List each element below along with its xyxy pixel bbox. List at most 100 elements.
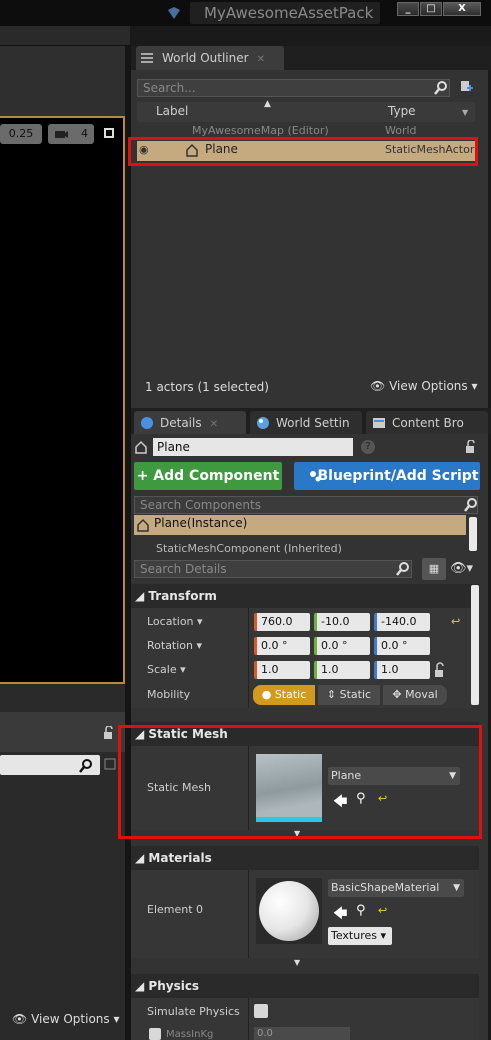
outliner-search-icon: [434, 81, 447, 95]
mass-label: MassInKg: [166, 1029, 214, 1040]
eye-icon: 👁: [370, 379, 386, 393]
add-filter-icon[interactable]: [457, 79, 475, 95]
location-y-input[interactable]: -10.0: [314, 613, 370, 631]
element-0-label: Element 0: [147, 903, 204, 916]
content-browser-icon: [373, 418, 385, 428]
blueprint-icon: [310, 471, 321, 482]
world-row-label: MyAwesomeMap (Editor): [192, 126, 329, 137]
scale-lock-icon[interactable]: [433, 662, 447, 678]
close-button[interactable]: X: [443, 2, 481, 16]
textures-dropdown[interactable]: Textures ▾: [328, 927, 392, 945]
tab-world-outliner[interactable]: World Outliner ✕: [136, 46, 284, 70]
plane-highlight-box: [128, 137, 478, 166]
unreal-logo-icon: [168, 7, 180, 19]
mass-override-checkbox[interactable]: [149, 1028, 161, 1040]
physics-header[interactable]: ◢ Physics: [131, 974, 479, 998]
search-icon: [396, 562, 409, 576]
outliner-view-options[interactable]: 👁 View Options ▾: [370, 379, 480, 393]
globe-icon: [257, 417, 269, 429]
actor-name-input[interactable]: Plane: [153, 438, 353, 456]
component-root-row[interactable]: Plane(Instance): [134, 515, 466, 535]
search-icon: [79, 759, 92, 773]
material-thumbnail[interactable]: [256, 878, 322, 944]
left-view-options-label: View Options: [31, 1012, 110, 1026]
maximize-button[interactable]: □: [420, 2, 442, 16]
tab-world-outliner-label: World Outliner: [162, 51, 249, 65]
details-icon: [141, 417, 153, 429]
help-icon[interactable]: ?: [361, 440, 375, 454]
add-component-label: + Add Component: [136, 468, 280, 484]
outliner-search-input[interactable]: Search...: [137, 79, 450, 97]
sort-icon: ▲: [264, 99, 271, 109]
transform-header-label: Transform: [148, 589, 217, 603]
rotation-y-input[interactable]: 0.0 °: [314, 637, 370, 655]
location-label[interactable]: Location ▾: [147, 615, 203, 628]
material-dropdown[interactable]: BasicShapeMaterial ▼: [328, 879, 464, 897]
column-divider: [248, 608, 249, 708]
use-selected-arrow-icon[interactable]: 🡄: [333, 903, 347, 927]
scale-z-input[interactable]: 1.0: [374, 661, 430, 679]
left-view-options[interactable]: 👁 View Options ▾: [12, 1012, 120, 1028]
reset-to-default-icon[interactable]: ↩: [378, 904, 387, 917]
scale-label[interactable]: Scale ▾: [147, 663, 186, 676]
component-child-row[interactable]: StaticMeshComponent (Inherited): [156, 542, 466, 554]
property-matrix-icon[interactable]: ▦: [422, 558, 446, 580]
mass-input[interactable]: 0.0: [254, 1027, 350, 1040]
column-type[interactable]: Type: [388, 104, 416, 118]
column-label[interactable]: Label: [156, 104, 188, 118]
expand-advanced-icon[interactable]: ▼: [294, 958, 300, 967]
rotation-label-text: Rotation: [147, 639, 194, 652]
search-icon: [464, 498, 477, 512]
level-viewport[interactable]: [0, 116, 125, 684]
minimize-button[interactable]: _: [397, 2, 419, 16]
rotation-z-input[interactable]: 0.0 °: [374, 637, 430, 655]
column-dropdown-icon[interactable]: ▼: [462, 108, 468, 117]
mobility-stationary-button[interactable]: ⇕ Static: [318, 685, 380, 705]
column-divider: [248, 998, 249, 1040]
blueprint-label: Blueprint/Add Script: [317, 468, 479, 484]
materials-header-label: Materials: [148, 851, 212, 865]
physics-header-label: Physics: [148, 979, 200, 993]
location-z-input[interactable]: -140.0: [374, 613, 430, 631]
materials-header[interactable]: ◢ Materials: [131, 846, 479, 870]
outliner-view-options-label: View Options: [389, 379, 468, 393]
search-details-input[interactable]: Search Details: [134, 560, 412, 578]
visibility-options-icon[interactable]: 👁▾: [450, 561, 473, 576]
mobility-static-button[interactable]: ● Static: [253, 685, 315, 705]
lock-icon[interactable]: [102, 726, 116, 740]
components-scrollbar[interactable]: [469, 517, 477, 551]
column-divider: [248, 870, 249, 958]
details-scrollbar[interactable]: [471, 585, 479, 705]
location-x-input[interactable]: 760.0: [254, 613, 310, 631]
search-components-input[interactable]: Search Components: [134, 496, 478, 514]
tab-content-browser-label: Content Bro: [392, 416, 464, 430]
location-label-text: Location: [147, 615, 194, 628]
static-mesh-highlight-box: [118, 725, 482, 839]
window-title: MyAwesomeAssetPack: [190, 2, 380, 24]
actor-icon: [135, 440, 147, 454]
snap-value-button[interactable]: 0.25: [0, 124, 42, 144]
save-search-icon[interactable]: [104, 758, 116, 770]
mobility-label: Mobility: [147, 688, 191, 701]
browse-search-icon[interactable]: ⚲: [356, 903, 366, 918]
close-tab-icon[interactable]: ✕: [257, 54, 265, 65]
chevron-down-icon: ▼: [453, 883, 460, 893]
simulate-physics-checkbox[interactable]: [254, 1004, 268, 1018]
menu-strip: [0, 26, 130, 46]
scale-y-input[interactable]: 1.0: [314, 661, 370, 679]
tab-world-settings-label: World Settin: [276, 416, 350, 430]
lock-icon[interactable]: [464, 440, 478, 454]
rotation-x-input[interactable]: 0.0 °: [254, 637, 310, 655]
mobility-movable-label: Moval: [405, 688, 438, 701]
close-tab-icon[interactable]: ✕: [210, 419, 218, 430]
rotation-label[interactable]: Rotation ▾: [147, 639, 202, 652]
reset-to-default-icon[interactable]: ↩: [451, 615, 460, 628]
transform-header[interactable]: ◢ Transform: [131, 584, 479, 608]
tab-details-label: Details: [160, 416, 202, 430]
scale-x-input[interactable]: 1.0: [254, 661, 310, 679]
component-child-label: StaticMeshComponent (Inherited): [156, 542, 342, 554]
mobility-movable-button[interactable]: ✥ Moval: [383, 685, 447, 705]
add-component-button[interactable]: + Add Component ▾: [134, 462, 282, 512]
eye-icon: 👁: [12, 1012, 28, 1026]
maximize-viewport-icon[interactable]: [104, 128, 114, 138]
